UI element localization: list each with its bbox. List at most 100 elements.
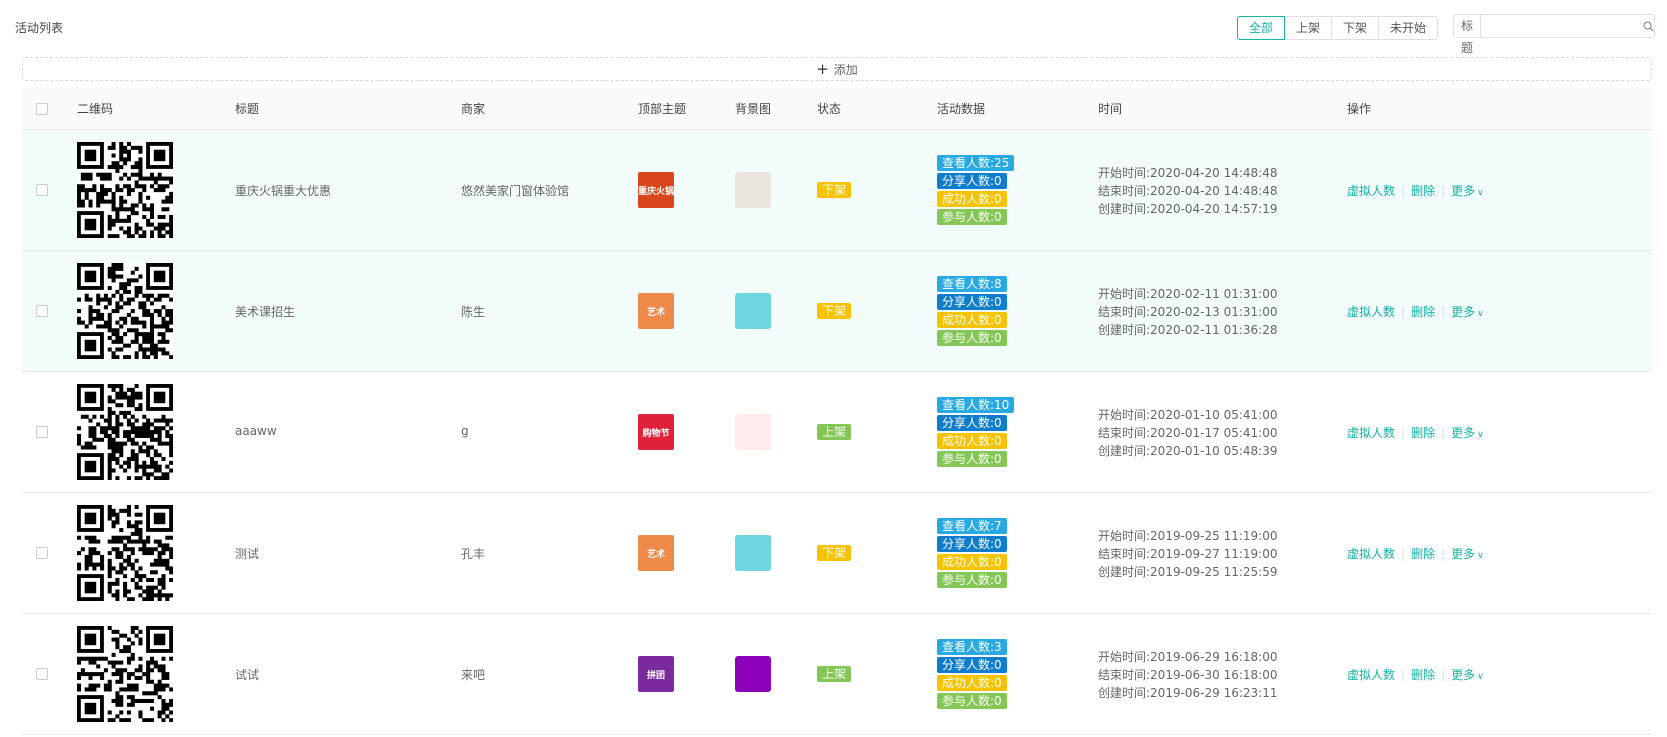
background-swatch[interactable] — [735, 172, 771, 208]
status-filter-group: 全部 上架 下架 未开始 — [1237, 16, 1439, 40]
top-theme-thumbnail[interactable]: 艺术 — [638, 535, 674, 571]
theme-thumb-text: 拼团 — [646, 670, 665, 681]
stat-share-count: 分享人数:0 — [937, 415, 1007, 431]
row-title: aaaww — [235, 424, 277, 438]
col-title: 标题 — [235, 102, 260, 116]
activity-stats: 查看人数:7 分享人数:0 成功人数:0 参与人数:0 — [937, 518, 1017, 590]
row-title: 重庆火锅重大优惠 — [235, 184, 332, 198]
chevron-down-icon: ∨ — [1465, 20, 1473, 31]
background-swatch[interactable] — [735, 414, 771, 450]
qr-code-image — [77, 384, 174, 481]
row-checkbox[interactable] — [36, 426, 48, 438]
stat-view-count: 查看人数:3 — [937, 639, 1007, 655]
row-merchant: 陈生 — [461, 305, 486, 319]
action-divider: | — [1401, 425, 1406, 440]
row-merchant: 悠然美家门窗体验馆 — [461, 184, 570, 198]
col-actions: 操作 — [1347, 102, 1372, 116]
stat-success-count: 成功人数:0 — [937, 675, 1007, 691]
action-divider: | — [1401, 546, 1406, 561]
row-merchant: 来吧 — [461, 668, 486, 682]
more-dropdown[interactable]: 更多 ∨ — [1451, 545, 1484, 562]
row-checkbox[interactable] — [36, 184, 48, 196]
more-dropdown[interactable]: 更多 ∨ — [1451, 182, 1484, 199]
search-input[interactable] — [1481, 15, 1643, 37]
table-row: 测试 孔丰 艺术 下架 查看人数:7 分享人数:0 成功人数:0 参与人数:0 … — [22, 493, 1652, 614]
qr-code-image — [77, 142, 174, 239]
row-checkbox[interactable] — [36, 547, 48, 559]
stat-join-count: 参与人数:0 — [937, 572, 1007, 588]
delete-link[interactable]: 删除 — [1411, 545, 1435, 562]
stat-join-count: 参与人数:0 — [937, 693, 1007, 709]
page-title: 活动列表 — [15, 21, 64, 35]
delete-link[interactable]: 删除 — [1411, 303, 1435, 320]
col-merchant: 商家 — [461, 102, 486, 116]
background-swatch[interactable] — [735, 293, 771, 329]
search-field-select[interactable]: 标题 ∨ — [1454, 15, 1481, 55]
action-divider: | — [1441, 546, 1446, 561]
activity-stats: 查看人数:3 分享人数:0 成功人数:0 参与人数:0 — [937, 639, 1017, 711]
qr-code-image — [77, 626, 174, 723]
col-status: 状态 — [817, 102, 842, 116]
chevron-down-icon: ∨ — [1477, 672, 1484, 682]
background-swatch[interactable] — [735, 535, 771, 571]
row-title: 美术课招生 — [235, 305, 296, 319]
start-time: 开始时间:2019-06-29 16:18:00 — [1098, 650, 1278, 664]
filter-on-shelf[interactable]: 上架 — [1284, 17, 1331, 39]
row-actions: 虚拟人数 | 删除 | 更多 ∨ — [1347, 545, 1484, 562]
theme-thumb-text: 艺术 — [646, 549, 665, 560]
stat-view-count: 查看人数:25 — [937, 155, 1015, 171]
more-dropdown[interactable]: 更多 ∨ — [1451, 424, 1484, 441]
stat-view-count: 查看人数:7 — [937, 518, 1007, 534]
row-actions: 虚拟人数 | 删除 | 更多 ∨ — [1347, 182, 1484, 199]
stat-join-count: 参与人数:0 — [937, 330, 1007, 346]
time-info: 开始时间:2019-09-25 11:19:00 结束时间:2019-09-27… — [1098, 527, 1278, 581]
top-theme-thumbnail[interactable]: 重庆火锅 — [638, 172, 674, 208]
more-label: 更多 — [1451, 184, 1476, 198]
virtual-count-link[interactable]: 虚拟人数 — [1347, 424, 1395, 441]
table-row: 美术课招生 陈生 艺术 下架 查看人数:8 分享人数:0 成功人数:0 参与人数… — [22, 251, 1652, 372]
time-info: 开始时间:2020-01-10 05:41:00 结束时间:2020-01-17… — [1098, 406, 1278, 460]
virtual-count-link[interactable]: 虚拟人数 — [1347, 182, 1395, 199]
delete-link[interactable]: 删除 — [1411, 666, 1435, 683]
virtual-count-link[interactable]: 虚拟人数 — [1347, 303, 1395, 320]
filter-not-started[interactable]: 未开始 — [1378, 17, 1437, 39]
stat-join-count: 参与人数:0 — [937, 451, 1007, 467]
chevron-down-icon: ∨ — [1477, 188, 1484, 198]
row-merchant: g — [461, 424, 469, 438]
add-button[interactable]: + 添加 — [22, 57, 1652, 81]
row-merchant: 孔丰 — [461, 547, 486, 561]
delete-link[interactable]: 删除 — [1411, 182, 1435, 199]
row-actions: 虚拟人数 | 删除 | 更多 ∨ — [1347, 666, 1484, 683]
top-theme-thumbnail[interactable]: 艺术 — [638, 293, 674, 329]
start-time: 开始时间:2020-02-11 01:31:00 — [1098, 287, 1278, 301]
filter-off-shelf[interactable]: 下架 — [1331, 17, 1378, 39]
status-badge: 下架 — [817, 303, 852, 319]
plus-icon: + — [816, 59, 829, 78]
select-all-checkbox[interactable] — [36, 103, 48, 115]
action-divider: | — [1441, 183, 1446, 198]
virtual-count-link[interactable]: 虚拟人数 — [1347, 545, 1395, 562]
stat-share-count: 分享人数:0 — [937, 173, 1007, 189]
qr-code-image — [77, 505, 174, 602]
filter-all[interactable]: 全部 — [1237, 16, 1286, 40]
row-checkbox[interactable] — [36, 305, 48, 317]
row-checkbox[interactable] — [36, 668, 48, 680]
background-swatch[interactable] — [735, 656, 771, 692]
top-theme-thumbnail[interactable]: 拼团 — [638, 656, 674, 692]
action-divider: | — [1401, 667, 1406, 682]
search-icon[interactable] — [1643, 15, 1654, 37]
more-dropdown[interactable]: 更多 ∨ — [1451, 303, 1484, 320]
stat-view-count: 查看人数:10 — [937, 397, 1015, 413]
end-time: 结束时间:2019-06-30 16:18:00 — [1098, 668, 1278, 682]
more-dropdown[interactable]: 更多 ∨ — [1451, 666, 1484, 683]
top-theme-thumbnail[interactable]: 购物节 — [638, 414, 674, 450]
chevron-down-icon: ∨ — [1477, 551, 1484, 561]
stat-share-count: 分享人数:0 — [937, 536, 1007, 552]
row-title: 测试 — [235, 547, 260, 561]
time-info: 开始时间:2020-04-20 14:48:48 结束时间:2020-04-20… — [1098, 164, 1278, 218]
virtual-count-link[interactable]: 虚拟人数 — [1347, 666, 1395, 683]
time-info: 开始时间:2020-02-11 01:31:00 结束时间:2020-02-13… — [1098, 285, 1278, 339]
delete-link[interactable]: 删除 — [1411, 424, 1435, 441]
table-body: 重庆火锅重大优惠 悠然美家门窗体验馆 重庆火锅 下架 查看人数:25 分享人数:… — [22, 130, 1652, 735]
start-time: 开始时间:2019-09-25 11:19:00 — [1098, 529, 1278, 543]
